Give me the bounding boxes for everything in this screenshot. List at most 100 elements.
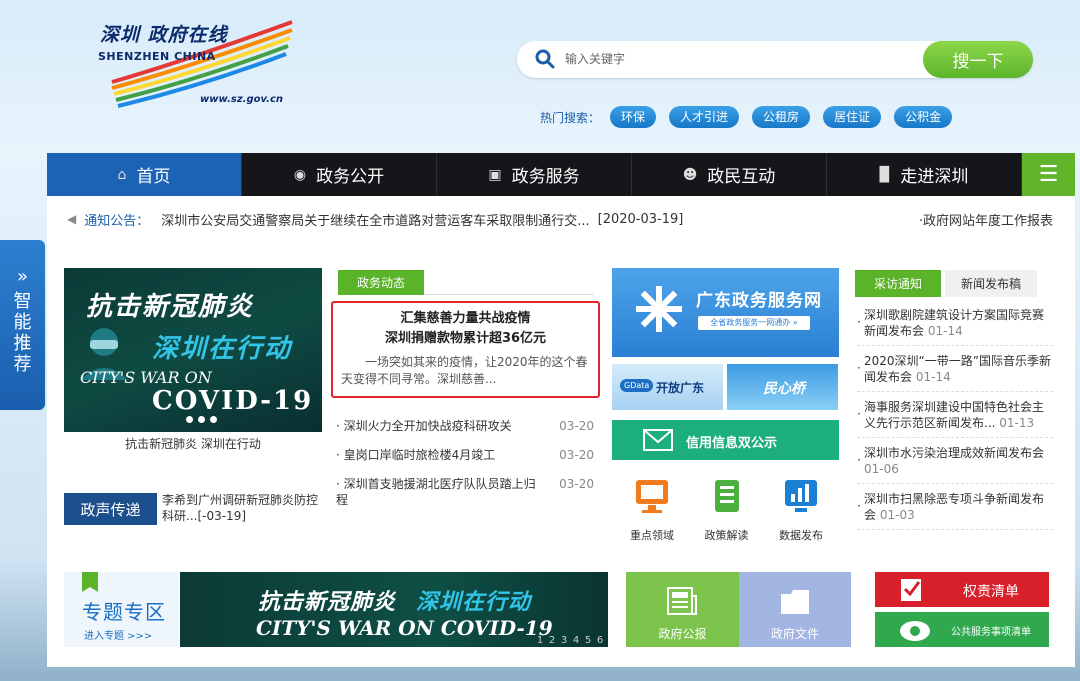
gd-gov-service-banner[interactable]: 广东政务服务网 全省政务服务一网通办 » [612,268,839,357]
hot-tag-public-housing[interactable]: 公租房 [752,106,811,128]
smart-recommend-tab[interactable]: » 智能推荐 [0,240,45,410]
search-box: 搜一下 [517,41,1033,78]
pager-item[interactable]: 4 [570,635,582,647]
tab-press-release[interactable]: 新闻发布稿 [945,270,1037,297]
nav-label: 走进深圳 [900,167,969,187]
topic-title: 专题专区 [82,600,166,624]
data-release-link[interactable]: 数据发布 [771,478,831,543]
hot-tag-residence-permit[interactable]: 居住证 [823,106,882,128]
list-item[interactable]: 深圳首支驰援湖北医疗队队员踏上归程 03-20 [336,476,594,508]
tab-interview-notice[interactable]: 采访通知 [855,270,941,297]
interview-title: 2020深圳“一带一路”国际音乐季新闻发布会 [864,354,1051,384]
list-item[interactable]: 海事服务深圳建设中国特色社会主义先行示范区新闻发布... 01-13 [857,398,1053,438]
menu-icon[interactable]: ☰ [1022,153,1075,196]
smart-recommend-label: 智能推荐 [13,291,32,375]
news-list: 深圳火力全开加快战疫科研攻关 03-20 皇岗口岸临时旅检楼4月竣工 03-20… [336,418,594,521]
carousel-dot[interactable] [186,416,193,423]
banner-title-4: COVID-19 [152,386,314,416]
logo-en: SHENZHEN CHINA [98,50,216,63]
newspaper-icon [667,587,697,615]
public-service-list-link[interactable]: 公共服务事项清单 [875,612,1049,647]
hot-search-label: 热门搜索： [540,110,601,125]
pager-item[interactable]: 1 [534,635,546,647]
checklist-icon [901,579,921,601]
headline-summary: 一场突如其来的疫情，让2020年的这个春天变得不同寻常。深圳慈善... [341,355,588,386]
banner-caption[interactable]: 抗击新冠肺炎 深圳在行动 [64,435,322,452]
gov-documents-link[interactable]: 政府文件 [739,572,851,647]
nav-home[interactable]: ⌂ 首页 [47,153,242,196]
banner-title-1: 抗击新冠肺炎 [86,292,255,322]
pager-item[interactable]: 3 [558,635,570,647]
nav-label: 政民互动 [707,167,776,187]
news-title: 深圳火力全开加快战疫科研攻关 [336,418,541,434]
gd-subtitle: 全省政务服务一网通办 » [698,316,810,330]
nav-gov-affairs-open[interactable]: ◉ 政务公开 [242,153,437,196]
bottom-banner-title-1: 抗击新冠肺炎 [258,589,397,615]
nav-explore-shenzhen[interactable]: ▉ 走进深圳 [827,153,1022,196]
voice-tag[interactable]: 政声传递 [64,493,157,525]
people-icon: ☻ [682,166,698,183]
open-gd-label: 开放广东 [656,381,705,395]
monitor-icon: ▣ [488,166,502,183]
hot-tag-housing-fund[interactable]: 公积金 [894,106,953,128]
gd-title: 广东政务服务网 [696,291,822,311]
search-input[interactable] [565,49,905,69]
notice-date: [2020-03-19] [597,211,684,227]
gov-gazette-link[interactable]: 政府公报 [626,572,739,647]
news-date: 03-20 [559,448,594,462]
list-item[interactable]: 深圳火力全开加快战疫科研攻关 03-20 [336,418,594,434]
site-logo[interactable]: 深圳 政府在线 SHENZHEN CHINA www.sz.gov.cn [92,12,302,112]
bottom-banner-title-3: CITY'S WAR ON COVID-19 [256,616,553,640]
service-icon-grid: 重点领域 政策解读 数据发布 [612,478,839,543]
icon-label: 数据发布 [779,529,823,542]
open-guangdong-link[interactable]: GData 开放广东 [612,364,723,410]
list-item[interactable]: 深圳市水污染治理成效新闻发布会 01-06 [857,444,1053,484]
list-item[interactable]: 皇岗口岸临时旅检楼4月竣工 03-20 [336,447,594,463]
covid-banner[interactable]: 抗击新冠肺炎 深圳在行动 CITY'S WAR ON COVID-19 [64,268,322,432]
carousel-dot[interactable] [198,416,205,423]
envelope-icon [643,429,673,451]
carousel-dot[interactable] [210,416,217,423]
hot-search: 热门搜索： 环保 人才引进 公租房 居住证 公积金 [540,106,965,128]
list-item[interactable]: 深圳市扫黑除恶专项斗争新闻发布会 01-03 [857,490,1053,530]
nav-interaction[interactable]: ☻ 政民互动 [632,153,827,196]
list-item[interactable]: 2020深圳“一带一路”国际音乐季新闻发布会 01-14 [857,352,1053,392]
carousel-dots [186,416,217,423]
gov-documents-label: 政府文件 [770,627,819,641]
interview-date: 01-06 [864,462,899,476]
interview-title: 深圳市水污染治理成效新闻发布会 [864,446,1045,460]
search-button[interactable]: 搜一下 [923,41,1033,78]
nav-label: 首页 [136,167,171,187]
key-areas-link[interactable]: 重点领域 [622,478,682,543]
pager-item[interactable]: 5 [582,635,594,647]
notice-bar: ◀ 通知公告： 深圳市公安局交通警察局关于继续在全市道路对营运客车采取限制通行交… [47,196,1075,242]
public-service-list-label: 公共服务事项清单 [951,627,1031,638]
notice-link[interactable]: 深圳市公安局交通警察局关于继续在全市道路对营运客车采取限制通行交... [161,210,589,229]
interview-tabs: 采访通知 新闻发布稿 [855,270,1053,297]
list-item[interactable]: 深圳歌剧院建筑设计方案国际竞赛新闻发布会 01-14 [857,306,1053,346]
credit-info-link[interactable]: 信用信息双公示 [612,420,839,460]
policy-interpretation-link[interactable]: 政策解读 [697,478,757,543]
hot-tag-talent[interactable]: 人才引进 [669,106,740,128]
document-icon [714,480,739,512]
speaker-icon: ◀ [67,212,77,226]
tab-gov-news[interactable]: 政务动态 [338,270,424,295]
minxin-bridge-link[interactable]: 民心桥 [727,364,838,410]
banner-title-2: 深圳在行动 [152,334,293,364]
headline-title-2: 深圳捐赠款物累计超36亿元 [384,331,547,346]
hot-tag-environment[interactable]: 环保 [610,106,657,128]
notice-label[interactable]: 通知公告： [84,210,149,229]
bottom-banner-title-2: 深圳在行动 [416,590,532,615]
pager-item[interactable]: 2 [546,635,558,647]
voice-text[interactable]: 李希到广州调研新冠肺炎防控科研...[-03-19] [162,492,322,524]
headline-card[interactable]: 汇集慈善力量共战疫情 深圳捐赠款物累计超36亿元 一场突如其来的疫情，让2020… [331,301,600,398]
folder-icon [781,590,809,614]
topic-zone-link[interactable]: 专题专区 进入专题 >>> [64,572,179,647]
nav-gov-services[interactable]: ▣ 政务服务 [437,153,632,196]
headline-title-1: 汇集慈善力量共战疫情 [400,311,531,326]
bookmark-icon [82,572,98,592]
pager-item[interactable]: 6 [594,635,606,647]
covid-bottom-banner[interactable]: 抗击新冠肺炎 深圳在行动 CITY'S WAR ON COVID-19 1 2 … [180,572,608,647]
power-list-link[interactable]: 权责清单 [875,572,1049,607]
annual-report-link[interactable]: ·政府网站年度工作报表 [919,210,1053,229]
